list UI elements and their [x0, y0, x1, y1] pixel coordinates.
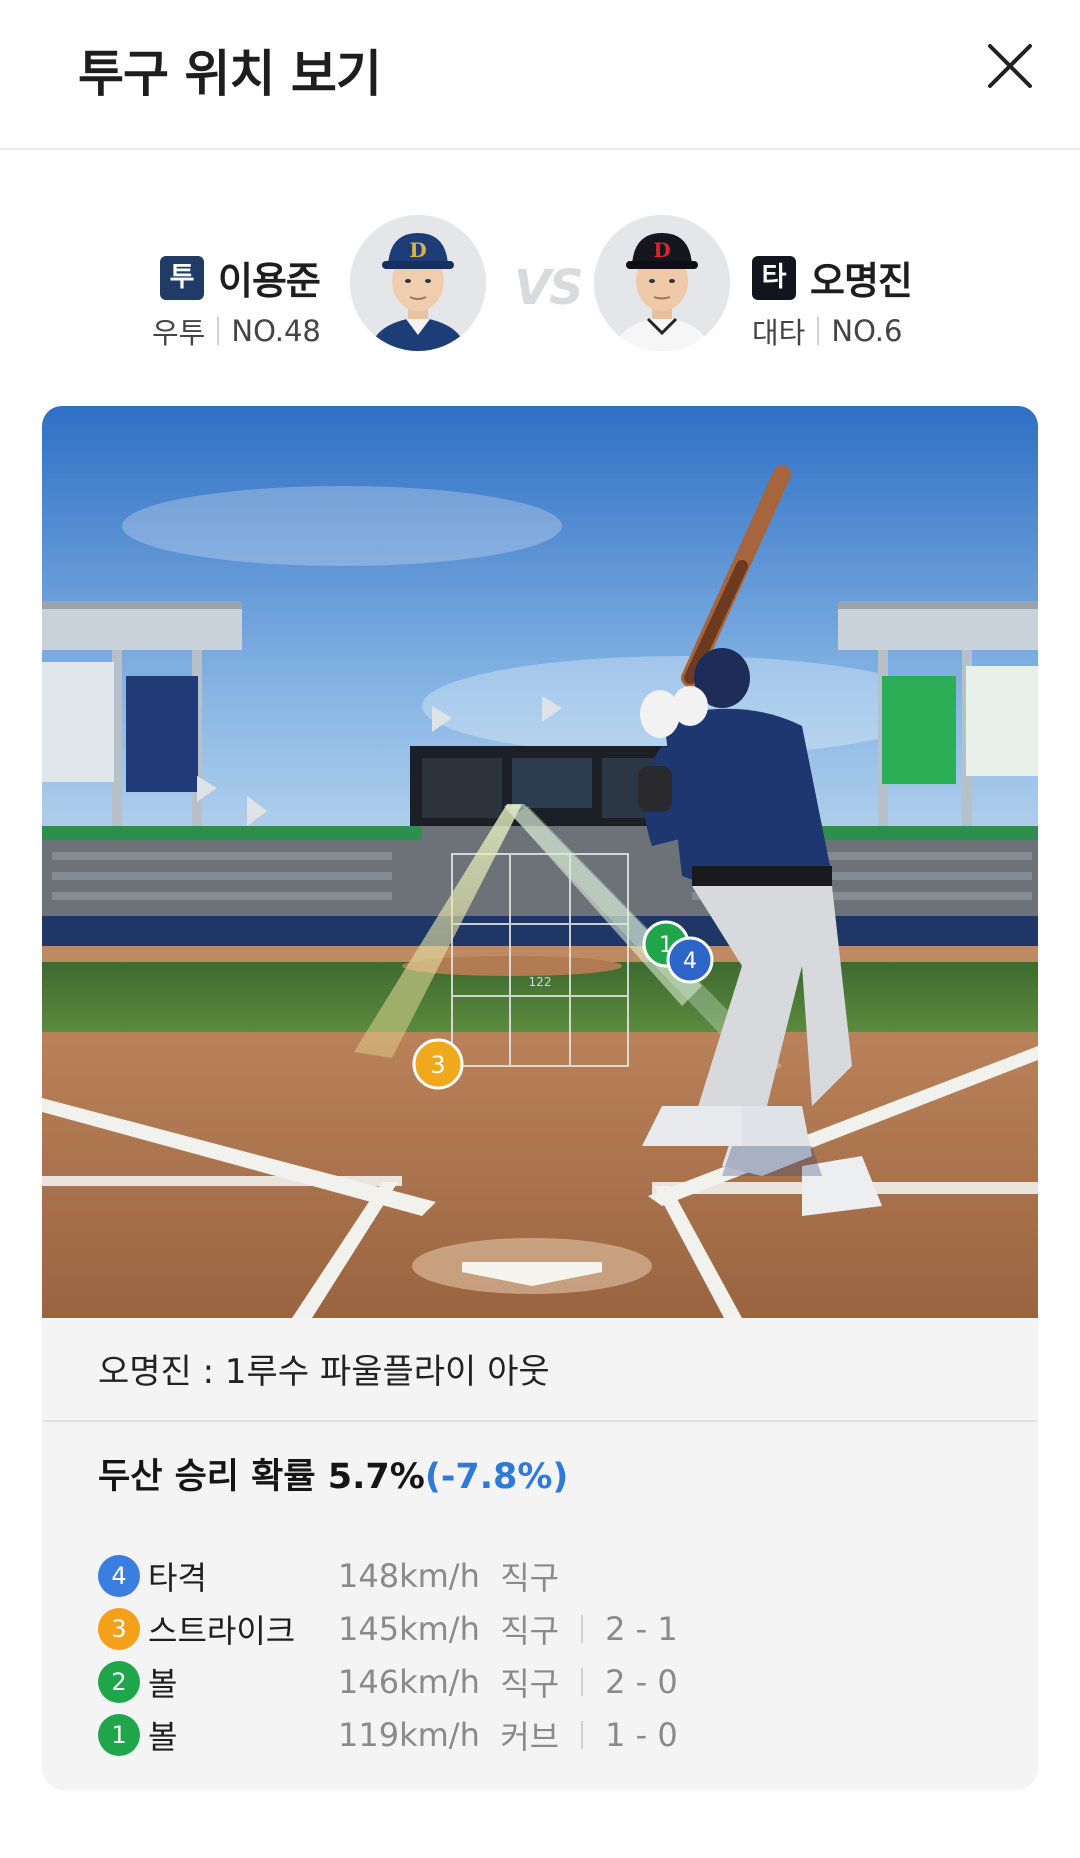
divider — [581, 1615, 584, 1643]
pitch-type: 직구 — [500, 1612, 560, 1650]
pitch-speed: 119km/h — [338, 1716, 480, 1754]
close-icon — [988, 44, 1032, 88]
pitcher-name-row: 투 이용준 — [160, 250, 321, 305]
pitch-number-badge: 2 — [98, 1661, 140, 1703]
svg-text:D: D — [409, 238, 426, 262]
stadium-illustration: 122 1 4 3 — [42, 406, 1038, 1318]
matchup: 투 이용준 우투 NO.48 D VS D 타 오명진 대타 NO.6 — [0, 210, 1080, 360]
win-probability-delta: (-7.8%) — [424, 1457, 569, 1497]
pitch-detail: 119km/h 커브 1 - 0 — [338, 1712, 678, 1758]
pitch-count: 2 - 0 — [605, 1663, 678, 1701]
svg-text:4: 4 — [683, 949, 697, 974]
pitch-type: 직구 — [500, 1559, 560, 1597]
pitcher-throws: 우투 — [152, 316, 206, 350]
batter-bats: 대타 — [752, 316, 806, 350]
pitch-type: 직구 — [500, 1665, 560, 1703]
divider — [581, 1721, 584, 1749]
svg-text:3: 3 — [430, 1051, 445, 1079]
pitch-marker-4: 4 — [666, 936, 714, 984]
pitch-number-badge: 1 — [98, 1714, 140, 1756]
pitcher-number: NO.48 — [231, 314, 321, 348]
pitcher-name: 이용준 — [218, 259, 321, 303]
batter-number: NO.6 — [831, 314, 903, 348]
batter-photo: D — [594, 215, 730, 351]
page-title: 투구 위치 보기 — [78, 45, 382, 103]
pitcher-photo: D — [350, 215, 486, 351]
pitch-speed: 145km/h — [338, 1610, 480, 1648]
divider — [42, 1420, 1038, 1422]
pitch-result-label: 볼 — [148, 1718, 178, 1756]
pitcher-info: 우투 NO.48 — [152, 310, 321, 352]
header: 투구 위치 보기 — [0, 0, 1080, 150]
batter-name: 오명진 — [810, 259, 913, 303]
pitcher-badge: 투 — [160, 255, 204, 300]
pitch-result-label: 볼 — [148, 1665, 178, 1703]
pitch-row[interactable]: 3 스트라이크 145km/h 직구 2 - 1 — [98, 1607, 998, 1651]
pitch-count: 2 - 1 — [605, 1610, 678, 1648]
batter-info: 대타 NO.6 — [752, 310, 902, 352]
divider — [217, 317, 220, 345]
pitch-detail: 148km/h 직구 — [338, 1553, 559, 1599]
pitch-result-label: 스트라이크 — [148, 1612, 296, 1650]
pitch-row[interactable]: 1 볼 119km/h 커브 1 - 0 — [98, 1713, 998, 1757]
pitch-count: 1 - 0 — [605, 1716, 678, 1754]
batter-badge: 타 — [752, 255, 796, 300]
pitch-row[interactable]: 2 볼 146km/h 직구 2 - 0 — [98, 1660, 998, 1704]
pitcher-avatar[interactable]: D — [350, 215, 486, 351]
pitch-detail: 145km/h 직구 2 - 1 — [338, 1606, 678, 1652]
vs-label: VS — [514, 260, 584, 316]
pitch-speed: 148km/h — [338, 1557, 480, 1595]
pitch-location-field: 122 1 4 3 — [42, 406, 1038, 1318]
batter-avatar[interactable]: D — [594, 215, 730, 351]
divider — [817, 317, 820, 345]
win-probability-value: 두산 승리 확률 5.7% — [98, 1457, 425, 1497]
divider — [581, 1668, 584, 1696]
zone-number: 122 — [529, 975, 552, 989]
batter-name-row: 타 오명진 — [752, 250, 913, 305]
close-button[interactable] — [982, 38, 1038, 94]
pitch-number-badge: 3 — [98, 1608, 140, 1650]
at-bat-result: 오명진 : 1루수 파울플라이 아웃 — [98, 1352, 550, 1392]
pitch-marker-3: 3 — [412, 1038, 464, 1090]
pitch-detail: 146km/h 직구 2 - 0 — [338, 1659, 678, 1705]
pitch-result-label: 타격 — [148, 1559, 207, 1597]
svg-text:D: D — [653, 238, 670, 262]
pitch-type: 커브 — [500, 1718, 560, 1756]
pitch-speed: 146km/h — [338, 1663, 480, 1701]
pitch-row[interactable]: 4 타격 148km/h 직구 — [98, 1554, 998, 1598]
pitch-result-panel: 오명진 : 1루수 파울플라이 아웃 두산 승리 확률 5.7%(-7.8%) … — [42, 1318, 1038, 1790]
pitch-number-badge: 4 — [98, 1555, 140, 1597]
win-probability: 두산 승리 확률 5.7%(-7.8%) — [98, 1448, 568, 1499]
